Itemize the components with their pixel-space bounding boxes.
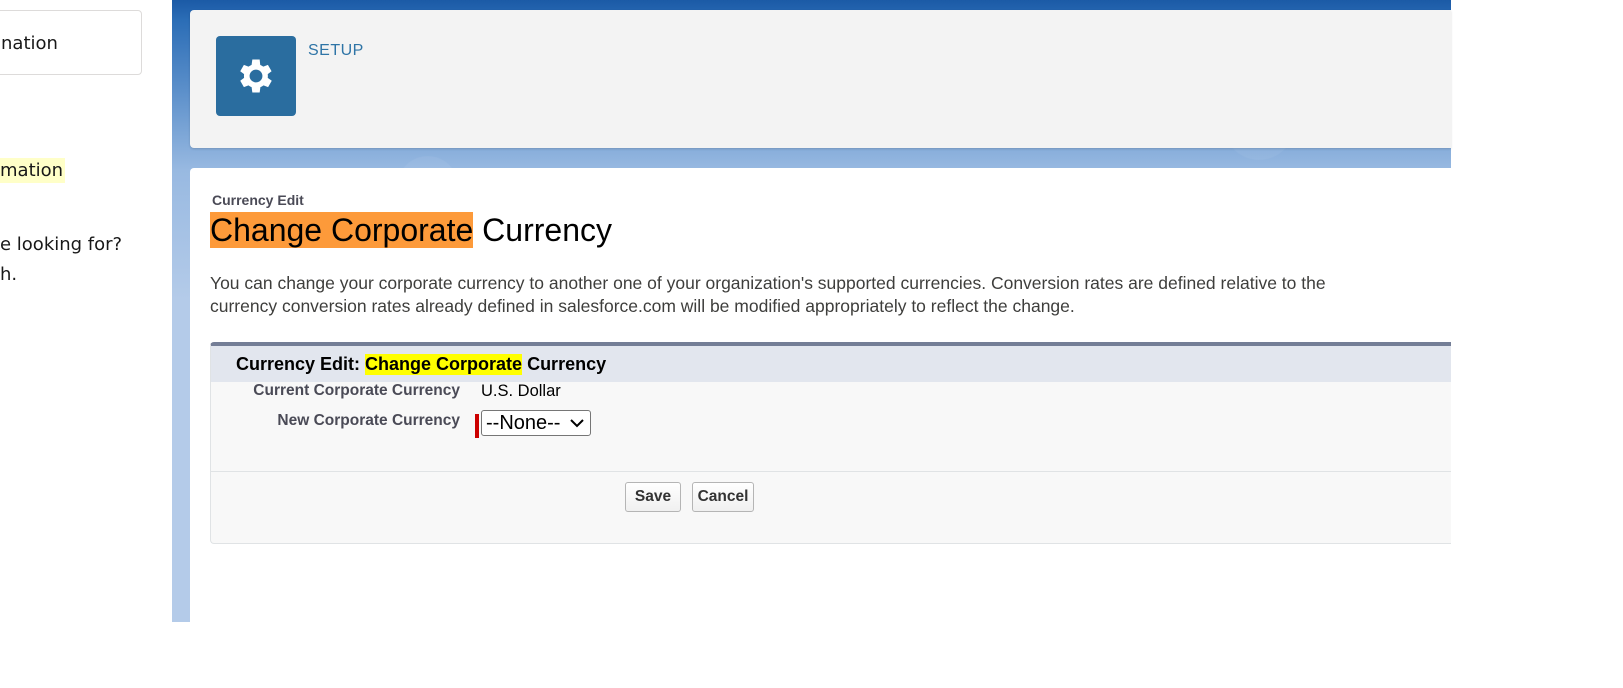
sidebar-help-line1: e looking for?	[0, 234, 123, 255]
page-title: Change Corporate Currency	[210, 210, 612, 250]
new-currency-label: New Corporate Currency	[277, 412, 460, 429]
page-description: You can change your corporate currency t…	[210, 272, 1450, 318]
gear-icon	[216, 36, 296, 116]
description-line2: currency conversion rates already define…	[210, 296, 1075, 316]
sidebar-help-line2: h.	[0, 264, 18, 285]
current-currency-value: U.S. Dollar	[481, 382, 561, 400]
button-bar-divider	[211, 471, 1451, 472]
sidebar-search-result-card[interactable]: nation	[0, 10, 142, 75]
setup-header: SETUP	[190, 10, 1451, 148]
page-title-highlight: Change Corporate	[210, 212, 474, 248]
new-currency-select[interactable]: --None--	[481, 410, 591, 436]
sidebar-highlighted-item[interactable]: mation	[0, 158, 66, 183]
left-sidebar: nation mation e looking for? h.	[0, 0, 172, 688]
setup-label[interactable]: SETUP	[308, 42, 364, 60]
required-indicator	[475, 414, 479, 438]
sidebar-card-text: nation	[1, 33, 58, 54]
currency-edit-block: Currency Edit: Change Corporate Currency	[210, 342, 1451, 544]
block-header-prefix: Currency Edit:	[236, 353, 366, 374]
breadcrumb: Currency Edit	[212, 192, 304, 208]
cancel-button[interactable]: Cancel	[692, 482, 754, 512]
chevron-down-icon	[570, 418, 584, 428]
description-line1: You can change your corporate currency t…	[210, 273, 1326, 293]
currency-edit-page: Currency Edit Change Corporate Currency …	[190, 168, 1451, 622]
page-title-rest: Currency	[473, 212, 612, 248]
block-header-highlight: Change Corporate	[365, 353, 523, 375]
save-button[interactable]: Save	[625, 482, 681, 512]
new-currency-select-value: --None--	[486, 411, 561, 434]
current-currency-label: Current Corporate Currency	[253, 382, 460, 399]
block-header: Currency Edit: Change Corporate Currency	[211, 346, 1451, 382]
block-header-suffix: Currency	[522, 353, 607, 374]
